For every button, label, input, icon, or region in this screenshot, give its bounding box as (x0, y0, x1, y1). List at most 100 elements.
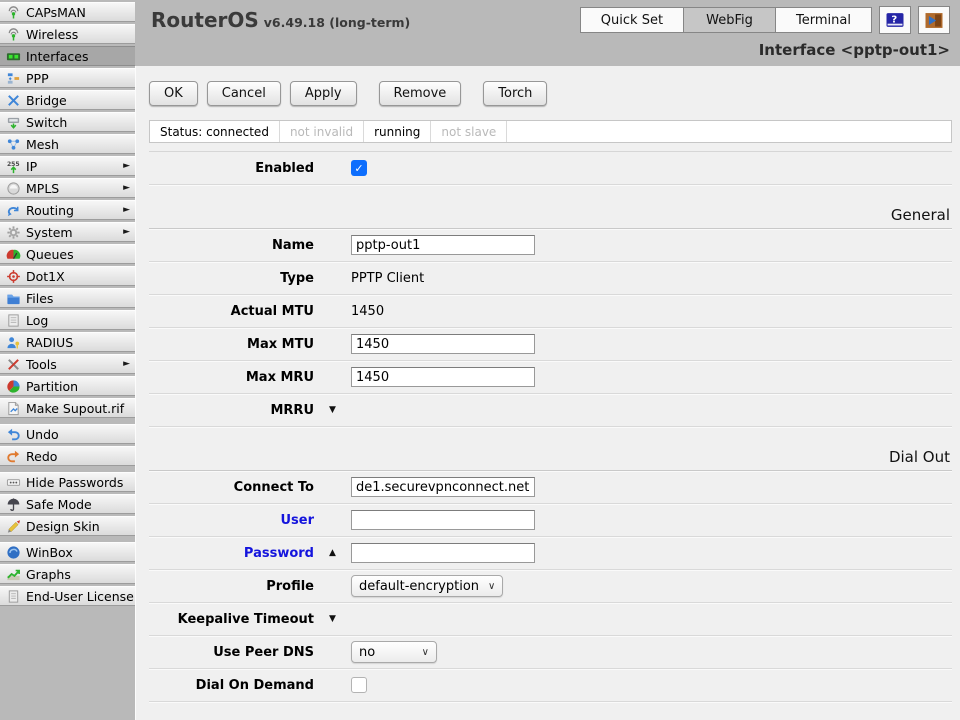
submenu-arrow-icon: ► (123, 227, 131, 237)
form-row-max-mru: Max MRU (149, 361, 952, 394)
sidebar-item-design-skin[interactable]: Design Skin (0, 516, 135, 536)
logout-icon (924, 12, 944, 29)
form-row-type: Type PPTP Client (149, 262, 952, 295)
status-not-slave: not slave (431, 121, 507, 142)
nav-quick-set-button[interactable]: Quick Set (580, 7, 683, 33)
status-filler (507, 121, 951, 142)
max-mtu-label: Max MTU (149, 337, 314, 352)
name-input[interactable] (351, 235, 535, 255)
tools-icon (6, 357, 21, 372)
max-mru-input[interactable] (351, 367, 535, 387)
sidebar-item-redo[interactable]: Redo (0, 446, 135, 466)
sidebar-item-label: CAPsMAN (26, 5, 86, 20)
user-input[interactable] (351, 510, 535, 530)
sidebar-item-ip[interactable]: 255IP► (0, 156, 135, 176)
actual-mtu-value: 1450 (351, 304, 384, 319)
sidebar-item-queues[interactable]: Queues (0, 244, 135, 264)
topbar: RouterOSv6.49.18 (long-term) Quick Set W… (135, 0, 960, 66)
sidebar-item-log[interactable]: Log (0, 310, 135, 330)
sidebar-item-winbox[interactable]: WinBox (0, 542, 135, 562)
winbox-icon (6, 545, 21, 560)
mrru-label: MRRU (149, 403, 314, 418)
sidebar-item-system[interactable]: System► (0, 222, 135, 242)
sidebar: CAPsMAN Wireless Interfaces PPPBridge Switch… (0, 0, 135, 720)
logout-button[interactable] (918, 6, 950, 34)
sidebar-item-ppp[interactable]: PPP (0, 68, 135, 88)
undo-icon (6, 427, 21, 442)
page-title: Interface <pptp-out1> (759, 41, 950, 59)
password-collapse-toggle[interactable]: ▲ (329, 548, 336, 558)
brand: RouterOSv6.49.18 (long-term) (151, 8, 410, 32)
section-general-title: General (891, 206, 952, 224)
manual-button[interactable]: ? (879, 6, 911, 34)
type-label: Type (149, 271, 314, 286)
ppp-icon (6, 71, 21, 86)
sidebar-item-bridge[interactable]: Bridge (0, 90, 135, 110)
sidebar-item-tools[interactable]: Tools► (0, 354, 135, 374)
sidebar-item-mesh[interactable]: Mesh (0, 134, 135, 154)
keepalive-timeout-expand-toggle[interactable]: ▼ (329, 614, 336, 624)
max-mru-label: Max MRU (149, 370, 314, 385)
nav-terminal-button[interactable]: Terminal (775, 7, 872, 33)
sidebar-item-label: Interfaces (26, 49, 88, 64)
form-row-name: Name (149, 229, 952, 262)
max-mtu-input[interactable] (351, 334, 535, 354)
brand-name: RouterOS (151, 8, 259, 32)
dial-on-demand-checkbox[interactable] (351, 677, 367, 693)
cancel-button[interactable]: Cancel (207, 81, 281, 106)
sidebar-item-graphs[interactable]: Graphs (0, 564, 135, 584)
remove-button[interactable]: Remove (379, 81, 462, 106)
sidebar-item-switch[interactable]: Switch (0, 112, 135, 132)
umbrella-icon (6, 497, 21, 512)
password-input[interactable] (351, 543, 535, 563)
use-peer-dns-label: Use Peer DNS (149, 645, 314, 660)
torch-button[interactable]: Torch (483, 81, 547, 106)
redo-icon (6, 449, 21, 464)
sidebar-item-capsman[interactable]: CAPsMAN (0, 2, 135, 22)
chevron-down-icon: ∨ (422, 647, 429, 658)
keepalive-timeout-label: Keepalive Timeout (149, 612, 314, 627)
sidebar-item-safe-mode[interactable]: Safe Mode (0, 494, 135, 514)
sidebar-item-undo[interactable]: Undo (0, 424, 135, 444)
sidebar-item-label: Undo (26, 427, 59, 442)
sidebar-item-partition[interactable]: Partition (0, 376, 135, 396)
sidebar-item-label: Graphs (26, 567, 71, 582)
sidebar-item-dot1x[interactable]: Dot1X (0, 266, 135, 286)
enabled-checkbox[interactable]: ✓ (351, 160, 367, 176)
antenna-icon (6, 5, 21, 20)
use-peer-dns-select[interactable]: no ∨ (351, 641, 437, 663)
mrru-expand-toggle[interactable]: ▼ (329, 405, 336, 415)
sidebar-item-label: Make Supout.rif (26, 401, 124, 416)
switch-icon (6, 115, 21, 130)
sidebar-item-label: Switch (26, 115, 67, 130)
apply-button[interactable]: Apply (290, 81, 357, 106)
graphs-icon (6, 567, 21, 582)
status-connected: Status: connected (150, 121, 280, 142)
gear-icon (6, 225, 21, 240)
action-toolbar: OK Cancel Apply Remove Torch (149, 81, 952, 106)
status-not-invalid: not invalid (280, 121, 364, 142)
sidebar-item-label: RADIUS (26, 335, 73, 350)
folder-icon (6, 291, 21, 306)
submenu-arrow-icon: ► (123, 205, 131, 215)
log-icon (6, 313, 21, 328)
sidebar-item-mpls[interactable]: MPLS► (0, 178, 135, 198)
profile-select[interactable]: default-encryption ∨ (351, 575, 503, 597)
password-label: Password (149, 546, 314, 561)
sidebar-item-end-user-license[interactable]: End-User License (0, 586, 135, 606)
sidebar-item-radius[interactable]: RADIUS (0, 332, 135, 352)
ok-button[interactable]: OK (149, 81, 198, 106)
form-row-profile: Profile default-encryption ∨ (149, 570, 952, 603)
sidebar-item-wireless[interactable]: Wireless (0, 24, 135, 44)
sidebar-item-hide-passwords[interactable]: Hide Passwords (0, 472, 135, 492)
name-label: Name (149, 238, 314, 253)
status-bar: Status: connected not invalid running no… (149, 120, 952, 143)
sidebar-item-make-supout-rif[interactable]: Make Supout.rif (0, 398, 135, 418)
connect-to-input[interactable] (351, 477, 535, 497)
nav-webfig-button[interactable]: WebFig (683, 7, 775, 33)
sidebar-item-routing[interactable]: Routing► (0, 200, 135, 220)
sidebar-item-label: MPLS (26, 181, 59, 196)
routing-icon (6, 203, 21, 218)
sidebar-item-interfaces[interactable]: Interfaces (0, 46, 135, 66)
sidebar-item-files[interactable]: Files (0, 288, 135, 308)
